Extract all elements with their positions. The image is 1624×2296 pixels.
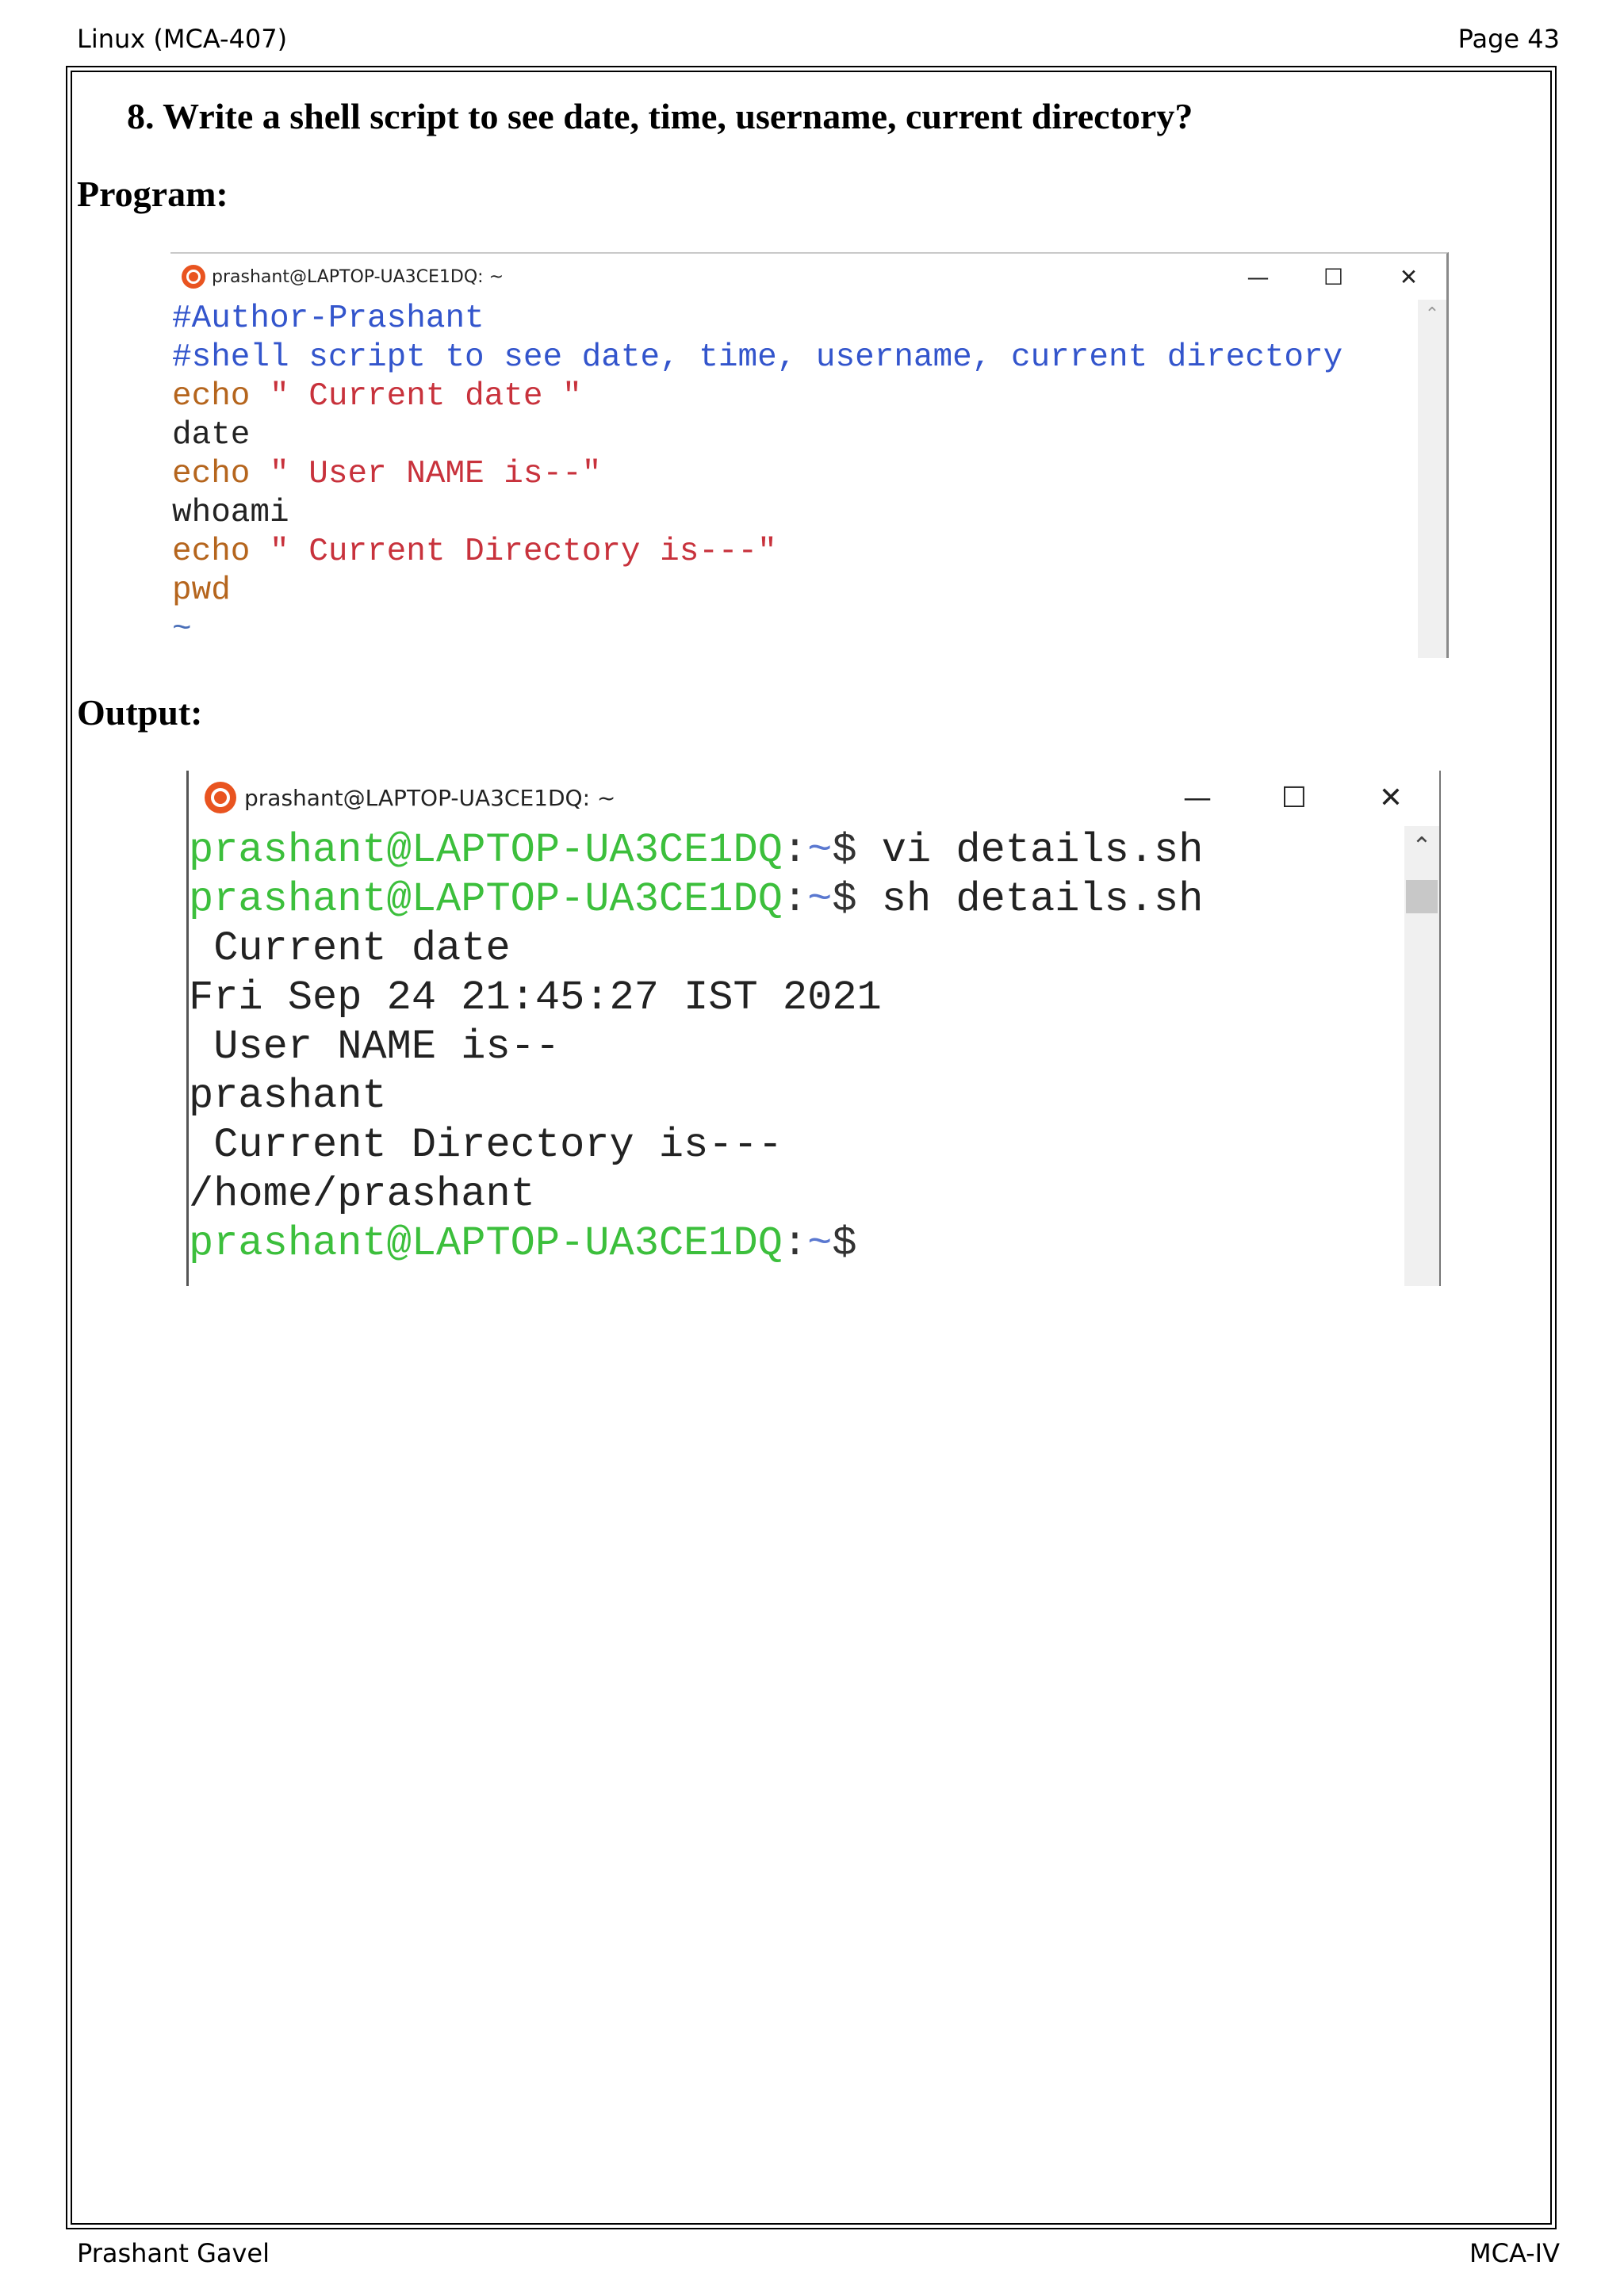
minimize-button[interactable]: — xyxy=(1149,782,1246,814)
question-title: 8. Write a shell script to see date, tim… xyxy=(127,96,1193,136)
page-header: Linux (MCA-407) Page 43 xyxy=(77,24,1560,54)
terminal-window: prashant@LAPTOP-UA3CE1DQ: ~ — ☐ ✕ prasha… xyxy=(186,771,1441,1286)
code-keyword-echo: echo xyxy=(172,378,251,415)
code-keyword-echo: echo xyxy=(172,456,251,492)
output-line: Current date xyxy=(189,925,511,972)
chevron-up-icon[interactable]: ⌃ xyxy=(1418,304,1446,324)
header-course: Linux (MCA-407) xyxy=(77,24,288,54)
output-username: prashant xyxy=(189,1073,387,1119)
code-string: " Current date " xyxy=(250,378,582,415)
output-line: User NAME is-- xyxy=(189,1024,561,1070)
header-page-number: Page 43 xyxy=(1457,24,1560,54)
output-directory: /home/prashant xyxy=(189,1171,535,1218)
code-string: " Current Directory is---" xyxy=(250,534,777,570)
command-vi: vi details.sh xyxy=(856,827,1204,874)
prompt: prashant@LAPTOP-UA3CE1DQ:~$ xyxy=(189,827,857,874)
code-keyword-echo: echo xyxy=(172,534,251,570)
scrollbar-thumb[interactable] xyxy=(1406,880,1438,913)
minimize-button[interactable]: — xyxy=(1220,264,1296,290)
code-line-author: #Author-Prashant xyxy=(172,300,485,337)
vim-empty-line-marker: ~ xyxy=(172,611,192,648)
output-date: Fri Sep 24 21:45:27 IST 2021 xyxy=(189,974,882,1021)
code-line-whoami: whoami xyxy=(172,495,289,531)
code-string: " User NAME is--" xyxy=(250,456,602,492)
chevron-up-icon[interactable]: ⌃ xyxy=(1404,832,1439,860)
vim-buffer[interactable]: #Author-Prashant #shell script to see da… xyxy=(172,300,1342,649)
code-line-description: #shell script to see date, time, usernam… xyxy=(172,339,1343,376)
prompt: prashant@LAPTOP-UA3CE1DQ:~$ xyxy=(189,876,857,923)
footer-class: MCA-IV xyxy=(1469,2238,1560,2268)
terminal-scrollbar[interactable]: ⌃ xyxy=(1404,826,1439,1286)
editor-scrollbar[interactable]: ⌃ xyxy=(1418,300,1446,658)
terminal-titlebar[interactable]: prashant@LAPTOP-UA3CE1DQ: ~ — ☐ ✕ xyxy=(189,771,1439,825)
command-sh: sh details.sh xyxy=(856,876,1204,923)
terminal-window-controls: — ☐ ✕ xyxy=(1149,771,1439,825)
program-heading: Program: xyxy=(77,174,228,214)
ubuntu-icon xyxy=(205,782,236,813)
editor-window: prashant@LAPTOP-UA3CE1DQ: ~ — ☐ ✕ #Autho… xyxy=(170,252,1449,658)
close-button[interactable]: ✕ xyxy=(1371,264,1446,290)
prompt: prashant@LAPTOP-UA3CE1DQ:~$ xyxy=(189,1220,857,1267)
output-line: Current Directory is--- xyxy=(189,1122,783,1169)
close-button[interactable]: ✕ xyxy=(1342,782,1439,814)
page-footer: Prashant Gavel MCA-IV xyxy=(77,2238,1560,2268)
footer-author: Prashant Gavel xyxy=(77,2238,270,2268)
code-line-date: date xyxy=(172,417,251,453)
editor-titlebar[interactable]: prashant@LAPTOP-UA3CE1DQ: ~ — ☐ ✕ xyxy=(170,254,1446,300)
ubuntu-icon xyxy=(182,265,205,289)
editor-window-controls: — ☐ ✕ xyxy=(1220,254,1446,300)
output-heading: Output: xyxy=(77,692,203,733)
maximize-button[interactable]: ☐ xyxy=(1296,264,1371,290)
terminal-output[interactable]: prashant@LAPTOP-UA3CE1DQ:~$ vi details.s… xyxy=(189,826,1203,1269)
maximize-button[interactable]: ☐ xyxy=(1246,782,1342,814)
terminal-window-title: prashant@LAPTOP-UA3CE1DQ: ~ xyxy=(244,784,616,811)
code-line-pwd: pwd xyxy=(172,572,231,609)
editor-window-title: prashant@LAPTOP-UA3CE1DQ: ~ xyxy=(212,266,504,287)
